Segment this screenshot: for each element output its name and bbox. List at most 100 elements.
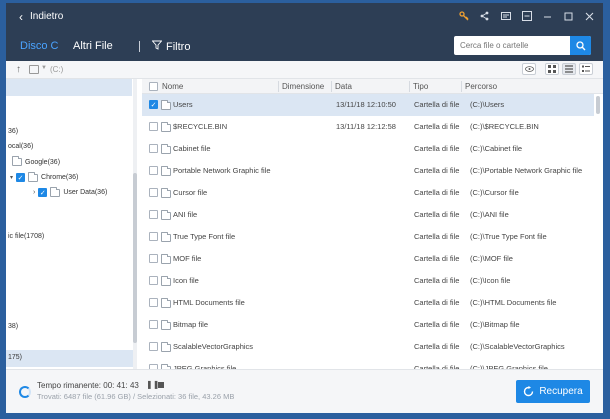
folder-icon (161, 122, 171, 132)
menu-icon[interactable] (521, 10, 532, 22)
row-name: Cursor file (173, 188, 208, 197)
table-row[interactable]: True Type Font file Cartella di file (C:)\… (142, 226, 594, 248)
search-input[interactable] (454, 36, 570, 55)
nav-bar: Disco C Altri File Filtro (6, 31, 603, 61)
row-type: Cartella di file (414, 210, 460, 219)
row-path: (C:)\HTML Documents file (470, 298, 557, 307)
row-checkbox[interactable] (149, 122, 158, 131)
up-arrow-icon[interactable]: ↑ (16, 64, 21, 75)
row-type: Cartella di file (414, 232, 460, 241)
tree-item[interactable]: ic file(1708) (8, 233, 44, 240)
table-row[interactable]: HTML Documents file Cartella di file (C:)\… (142, 292, 594, 314)
tree-item-chrome[interactable]: ▾ ✓ Chrome(36) (10, 171, 79, 182)
tree-item-google[interactable]: Google(36) (12, 156, 61, 166)
select-all-checkbox[interactable] (149, 82, 158, 91)
row-checkbox[interactable] (149, 320, 158, 329)
tree-item-label: Google(36) (25, 158, 61, 166)
row-type: Cartella di file (414, 144, 460, 153)
row-type: Cartella di file (414, 188, 460, 197)
tree-item[interactable]: 38) (8, 323, 18, 330)
row-name: MOF file (173, 254, 202, 263)
recover-button[interactable]: Recupera (516, 380, 590, 403)
row-name: Cabinet file (173, 144, 211, 153)
maximize-icon[interactable] (563, 10, 574, 22)
tree-checkbox[interactable]: ✓ (16, 173, 26, 182)
column-header-size[interactable]: Dimensione (282, 82, 324, 91)
row-checkbox[interactable] (149, 144, 158, 153)
list-view-button[interactable] (562, 63, 576, 75)
search-button[interactable] (570, 36, 591, 55)
row-type: Cartella di file (414, 320, 460, 329)
app-window: ‹ Indietro Disco C Altri File Filtro Cer… (6, 3, 603, 413)
row-checkbox[interactable] (149, 166, 158, 175)
column-header-name[interactable]: Nome (162, 82, 183, 91)
row-path: (C:)\MOF file (470, 254, 513, 263)
table-row[interactable]: Portable Network Graphic file Cartella di… (142, 160, 594, 182)
row-checkbox[interactable] (149, 188, 158, 197)
tree-item[interactable]: ocal(36) (8, 143, 33, 150)
stop-icon[interactable] (158, 382, 164, 388)
table-row[interactable]: Cursor file Cartella di file (C:)\Cursor f… (142, 182, 594, 204)
column-separator (331, 81, 332, 92)
tree-scrollbar[interactable] (133, 79, 137, 369)
row-checkbox[interactable] (149, 210, 158, 219)
table-row[interactable]: JPEG Graphics file Cartella di file (C:)\J… (142, 358, 594, 369)
tree-selected-row[interactable] (6, 79, 132, 96)
table-row[interactable]: $RECYCLE.BIN 13/11/18 12:12:58 Cartella di… (142, 116, 594, 138)
column-header-date[interactable]: Data (335, 82, 352, 91)
list-scrollbar[interactable] (595, 94, 601, 369)
column-separator (278, 81, 279, 92)
back-button[interactable]: ‹ Indietro (19, 11, 63, 23)
row-name: Portable Network Graphic file (173, 166, 271, 175)
share-icon[interactable] (479, 10, 490, 22)
details-view-button[interactable] (579, 63, 593, 75)
grid-view-button[interactable] (545, 63, 559, 75)
caret-down-icon[interactable]: ▼ (41, 65, 47, 71)
expand-caret-icon[interactable]: › (33, 189, 35, 196)
folder-icon (161, 166, 171, 176)
column-header-type[interactable]: Tipo (413, 82, 428, 91)
expand-caret-icon[interactable]: ▾ (10, 174, 13, 181)
row-name: ANI file (173, 210, 198, 219)
row-checkbox[interactable] (149, 276, 158, 285)
tree-item-label: Chrome(36) (41, 174, 79, 181)
folder-icon (28, 171, 39, 182)
tree-item[interactable]: 36) (8, 128, 18, 135)
table-row[interactable]: Icon file Cartella di file (C:)\Icon file (142, 270, 594, 292)
preview-view-button[interactable] (522, 63, 536, 75)
table-row[interactable]: MOF file Cartella di file (C:)\MOF file (142, 248, 594, 270)
tree-checkbox[interactable]: ✓ (38, 188, 48, 197)
list-icon (565, 65, 573, 73)
tab-disco-c[interactable]: Disco C (20, 40, 59, 52)
tree-item-user-data[interactable]: › ✓ User Data(36) (33, 186, 107, 197)
folder-icon (161, 342, 171, 352)
row-checkbox[interactable] (149, 254, 158, 263)
row-type: Cartella di file (414, 276, 460, 285)
tab-altri-file[interactable]: Altri File (73, 40, 113, 52)
search-box (454, 36, 591, 55)
row-checkbox[interactable] (149, 232, 158, 241)
list-scrollbar-thumb[interactable] (596, 96, 600, 114)
tree-selected-row[interactable] (6, 350, 133, 367)
row-checkbox[interactable] (149, 298, 158, 307)
details-icon (582, 65, 590, 72)
folder-icon (50, 186, 61, 197)
tree-scrollbar-thumb[interactable] (133, 173, 137, 343)
table-row[interactable]: Bitmap file Cartella di file (C:)\Bitmap f… (142, 314, 594, 336)
key-icon[interactable] (458, 10, 469, 22)
row-checkbox[interactable]: ✓ (149, 100, 158, 109)
table-row[interactable]: Cabinet file Cartella di file (C:)\Cabinet… (142, 138, 594, 160)
filter-button[interactable]: Filtro (151, 40, 190, 53)
row-checkbox[interactable] (149, 342, 158, 351)
folder-tree: 36) ocal(36) Google(36) ▾ ✓ Chrome(36) ›… (6, 79, 138, 369)
feedback-icon[interactable] (500, 10, 511, 22)
table-row[interactable]: ✓ Users 13/11/18 12:10:50 Cartella di file (… (142, 94, 594, 116)
row-type: Cartella di file (414, 122, 460, 131)
column-header-path[interactable]: Percorso (465, 82, 497, 91)
tree-item[interactable]: 175) (8, 354, 22, 361)
minimize-icon[interactable] (542, 10, 553, 22)
table-row[interactable]: ScalableVectorGraphics Cartella di file (C… (142, 336, 594, 358)
close-icon[interactable] (584, 10, 595, 22)
tree-item-label: 36) (8, 128, 19, 135)
table-row[interactable]: ANI file Cartella di file (C:)\ANI file (142, 204, 594, 226)
